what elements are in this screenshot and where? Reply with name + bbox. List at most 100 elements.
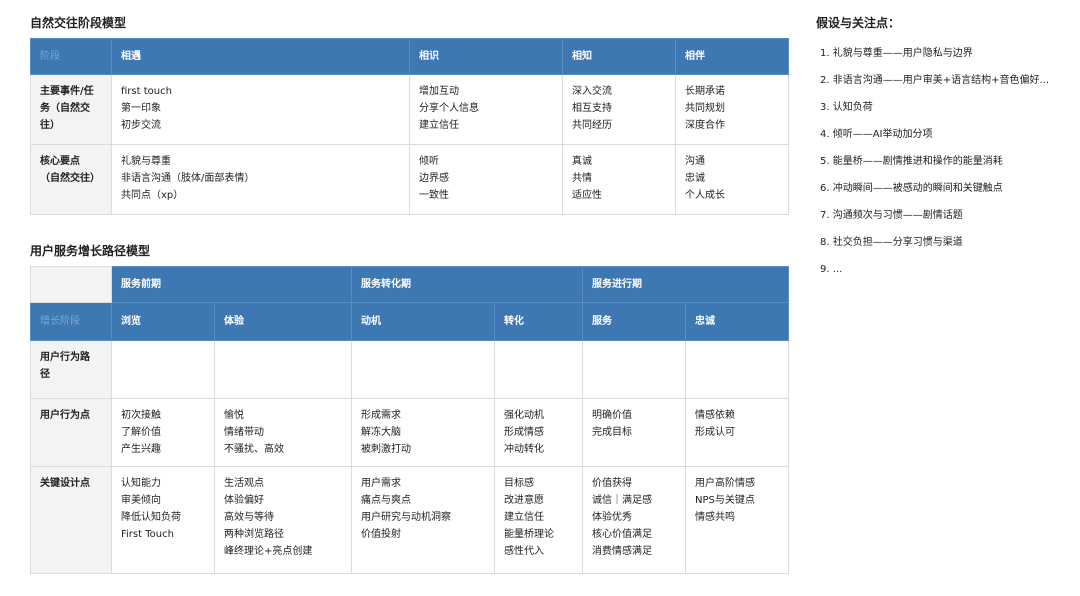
table-cell: 形成需求 解冻大脑 被刺激打动: [351, 398, 495, 467]
table-cell: 明确价值 完成目标: [582, 398, 686, 467]
stage-header: 体验: [214, 302, 352, 341]
table-cell: first touch 第一印象 初步交流: [111, 74, 410, 145]
table-cell: 增加互动 分享个人信息 建立信任: [409, 74, 563, 145]
cell-line: 倾听: [419, 156, 439, 167]
cell-line: NPS与关键点: [695, 495, 755, 506]
cell-line: 主要事件/任: [40, 86, 94, 97]
growth-path-table: 服务前期 服务转化期 服务进行期 增长阶段 浏览 体验 动机 转化 服务 忠诚 …: [30, 266, 789, 574]
cell-line: 情感共鸣: [695, 512, 735, 523]
cell-line: 感性代入: [504, 546, 544, 557]
table-cell: 愉悦 情绪带动 不骚扰、高效: [214, 398, 352, 467]
cell-line: 情感依赖: [695, 410, 735, 421]
cell-line: 高效与等待: [224, 512, 274, 523]
table-corner: 阶段: [30, 38, 112, 75]
cell-line: 完成目标: [592, 427, 632, 438]
table-cell: 生活观点 体验偏好 高效与等待 两种浏览路径 峰终理论+亮点创建: [214, 466, 352, 574]
assumption-item: 3. 认知负荷: [820, 102, 873, 113]
table-cell: 初次接触 了解价值 产生兴趣: [111, 398, 215, 467]
stage-header: 相伴: [675, 38, 789, 75]
assumption-item: 9. ...: [820, 264, 843, 275]
row-label: 关键设计点: [30, 466, 112, 574]
cell-line: 降低认知负荷: [121, 512, 181, 523]
phase-header: 服务前期: [111, 266, 352, 303]
phase-header: 服务进行期: [582, 266, 789, 303]
stage-header: 忠诚: [685, 302, 789, 341]
cell-line: 边界感: [419, 173, 449, 184]
table-cell: 用户需求 痛点与爽点 用户研究与动机洞察 价值投射: [351, 466, 495, 574]
cell-line: 生活观点: [224, 478, 264, 489]
cell-line: 非语言沟通（肢体/面部表情）: [121, 173, 255, 184]
table-cell: 倾听 边界感 一致性: [409, 144, 563, 215]
stage-header: 相知: [562, 38, 676, 75]
cell-line: 产生兴趣: [121, 444, 161, 455]
cell-line: 两种浏览路径: [224, 529, 284, 540]
stage-header: 转化: [494, 302, 583, 341]
table-cell: 深入交流相互支持共同经历: [562, 74, 676, 145]
cell-line: 了解价值: [121, 427, 161, 438]
table-cell: 礼貌与尊重 非语言沟通（肢体/面部表情） 共同点（xp）: [111, 144, 410, 215]
cell-line: 共同规划: [685, 103, 725, 114]
stage-header: 浏览: [111, 302, 215, 341]
cell-line: 能量桥理论: [504, 529, 554, 540]
assumption-item: 6. 冲动瞬间——被感动的瞬间和关键触点: [820, 183, 1003, 194]
cell-line: 相互支持: [572, 103, 612, 114]
assumptions-list: 1. 礼貌与尊重——用户隐私与边界 2. 非语言沟通——用户审美+语言结构+音色偏…: [820, 47, 1070, 290]
table-cell: 强化动机 形成情感 冲动转化: [494, 398, 583, 467]
cell-line: 诚信｜满足感: [592, 495, 652, 506]
table-cell: [582, 340, 686, 399]
cell-line: 消费情感满足: [592, 546, 652, 557]
row-label: 用户行为点: [30, 398, 112, 467]
cell-line: 用户高阶情感: [695, 478, 755, 489]
cell-line: 长期承诺: [685, 86, 725, 97]
cell-line: 径: [40, 369, 50, 380]
cell-line: 形成需求: [361, 410, 401, 421]
cell-line: 礼貌与尊重: [121, 156, 171, 167]
cell-line: 沟通: [685, 156, 705, 167]
table-cell: [685, 340, 789, 399]
cell-line: 被刺激打动: [361, 444, 411, 455]
table-cell: 目标感 改进意愿 建立信任 能量桥理论 感性代入: [494, 466, 583, 574]
cell-line: 用户行为点: [40, 410, 90, 421]
cell-line: 目标感: [504, 478, 534, 489]
natural-interaction-table: 阶段 相遇 相识 相知 相伴 主要事件/任 务（自然交 往） first touch 第…: [30, 38, 789, 215]
table-cell: 沟通 忠诚 个人成长: [675, 144, 789, 215]
cell-line: 改进意愿: [504, 495, 544, 506]
cell-line: 分享个人信息: [419, 103, 479, 114]
cell-line: 用户需求: [361, 478, 401, 489]
table-cell: 真诚 共情 适应性: [562, 144, 676, 215]
cell-line: 增加互动: [419, 86, 459, 97]
cell-line: 初步交流: [121, 120, 161, 131]
cell-line: 共情: [572, 173, 592, 184]
assumptions-title: 假设与关注点：: [816, 16, 901, 30]
cell-line: （自然交往）: [40, 173, 100, 184]
cell-line: 核心要点: [40, 156, 80, 167]
cell-line: 认知能力: [121, 478, 161, 489]
assumption-item: 2. 非语言沟通——用户审美+语言结构+音色偏好...: [820, 75, 1050, 86]
cell-line: 用户行为路: [40, 352, 90, 363]
cell-line: 共同经历: [572, 120, 612, 131]
cell-line: 峰终理论+亮点创建: [224, 546, 313, 557]
table-cell: [111, 340, 215, 399]
cell-line: 深入交流: [572, 86, 612, 97]
assumption-item: 5. 能量桥——剧情推进和操作的能量消耗: [820, 156, 1003, 167]
cell-line: 冲动转化: [504, 444, 544, 455]
model2-title: 用户服务增长路径模型: [30, 244, 151, 258]
table-cell: 价值获得 诚信｜满足感 体验优秀 核心价值满足 消费情感满足: [582, 466, 686, 574]
stage-header: 相遇: [111, 38, 410, 75]
cell-line: 往）: [40, 120, 60, 131]
cell-line: 第一印象: [121, 103, 161, 114]
stage-header: 相识: [409, 38, 563, 75]
cell-line: 务（自然交: [40, 103, 90, 114]
cell-line: 强化动机: [504, 410, 544, 421]
cell-line: 情绪带动: [224, 427, 264, 438]
table-cell: [214, 340, 352, 399]
row-label: 主要事件/任 务（自然交往）: [30, 74, 112, 145]
assumption-item: 4. 倾听——AI举动加分项: [820, 129, 933, 140]
cell-line: 核心价值满足: [592, 529, 652, 540]
cell-line: 个人成长: [685, 190, 725, 201]
assumption-item: 8. 社交负担——分享习惯与渠道: [820, 237, 963, 248]
cell-line: 痛点与爽点: [361, 495, 411, 506]
cell-line: 审美倾向: [121, 495, 161, 506]
stage-header: 动机: [351, 302, 495, 341]
cell-line: 价值投射: [361, 529, 401, 540]
